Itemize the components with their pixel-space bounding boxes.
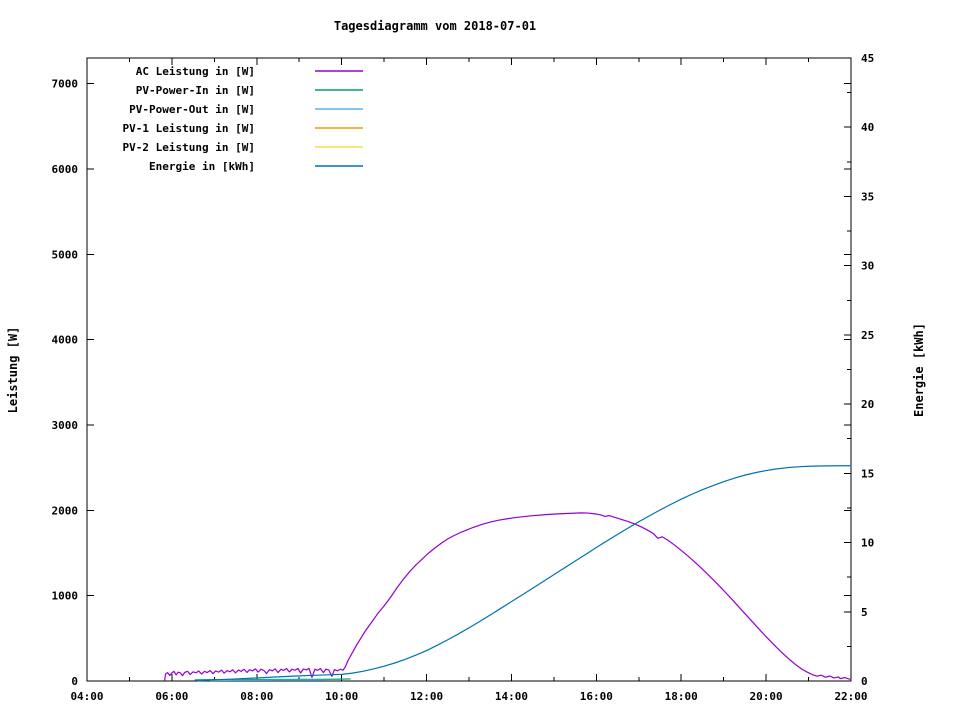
y-left-tick-label: 0: [71, 675, 78, 688]
y-right-tick-label: 5: [861, 606, 868, 619]
legend-label: PV-Power-In in [W]: [136, 84, 255, 97]
y-right-tick-label: 45: [861, 52, 874, 65]
legend-label: Energie in [kWh]: [149, 160, 255, 173]
legend-entry: PV-Power-Out in [W]: [129, 103, 363, 116]
x-tick-label: 12:00: [410, 690, 443, 703]
y-right-tick-label: 40: [861, 121, 874, 134]
y-right-tick-label: 20: [861, 398, 874, 411]
x-tick-label: 18:00: [665, 690, 698, 703]
y-right-tick-label: 15: [861, 467, 874, 480]
x-tick-label: 08:00: [240, 690, 273, 703]
y-left-tick-label: 7000: [52, 78, 79, 91]
x-tick-label: 22:00: [834, 690, 867, 703]
legend: AC Leistung in [W] PV-Power-In in [W] PV-P…: [123, 65, 363, 173]
legend-entry: PV-Power-In in [W]: [136, 84, 363, 97]
legend-label: PV-Power-Out in [W]: [129, 103, 255, 116]
y-left-tick-label: 3000: [52, 419, 79, 432]
y-left-tick-label: 1000: [52, 590, 79, 603]
y-left-tick-label: 6000: [52, 163, 79, 176]
legend-label: AC Leistung in [W]: [136, 65, 255, 78]
legend-entry: Energie in [kWh]: [149, 160, 363, 173]
y-right-tick-label: 25: [861, 329, 874, 342]
legend-entry: AC Leistung in [W]: [136, 65, 363, 78]
x-tick-label: 16:00: [580, 690, 613, 703]
x-tick-label: 06:00: [155, 690, 188, 703]
series-line-0: [164, 512, 852, 681]
x-tick-label: 14:00: [495, 690, 528, 703]
y-left-tick-label: 2000: [52, 504, 79, 517]
x-tick-label: 20:00: [750, 690, 783, 703]
x-tick-label: 10:00: [325, 690, 358, 703]
x-tick-label: 04:00: [70, 690, 103, 703]
y-right-tick-label: 35: [861, 190, 874, 203]
y-left-tick-label: 5000: [52, 248, 79, 261]
legend-label: PV-1 Leistung in [W]: [123, 122, 255, 135]
y-right-tick-label: 30: [861, 260, 874, 273]
chart-canvas: Tagesdiagramm vom 2018-07-01 Leistung [W…: [0, 0, 960, 720]
y-right-tick-label: 0: [861, 675, 868, 688]
legend-entry: PV-1 Leistung in [W]: [123, 122, 363, 135]
line-chart-plot: 04:00 06:00 08:00 10:00 12:00 14:00 16:00 18:00…: [52, 52, 875, 703]
legend-entry: PV-2 Leistung in [W]: [123, 141, 363, 154]
legend-label: PV-2 Leistung in [W]: [123, 141, 255, 154]
y-right-tick-label: 10: [861, 537, 874, 550]
y-left-tick-label: 4000: [52, 334, 79, 347]
series-line-5: [197, 465, 852, 682]
